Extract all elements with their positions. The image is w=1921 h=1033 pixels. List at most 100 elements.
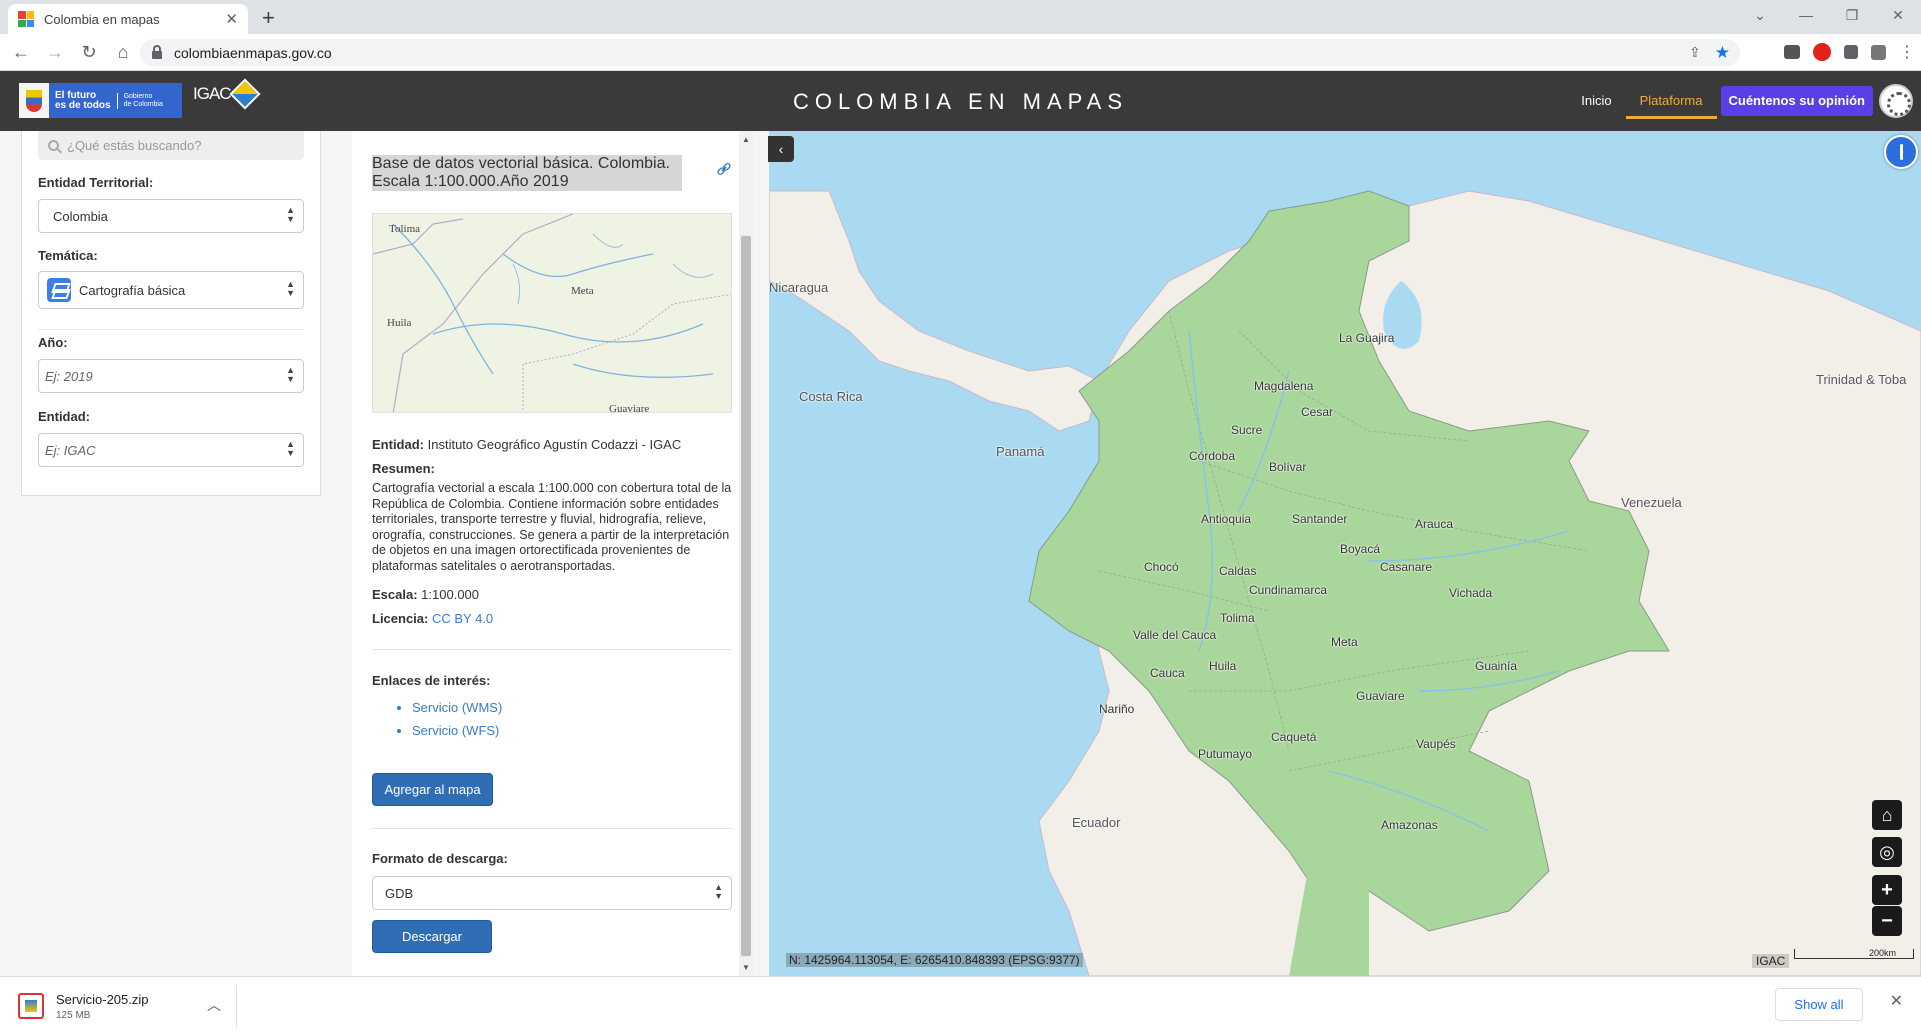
dataset-title: Base de datos vectorial básica. Colombia… (372, 155, 682, 191)
year-placeholder: Ej: 2019 (45, 368, 93, 384)
filter-panel: ¿Qué estás buscando? Entidad Territorial… (21, 131, 321, 496)
tab-title: Colombia en mapas (44, 11, 160, 27)
tab-close-icon[interactable]: ✕ (225, 10, 238, 28)
select-arrows-icon: ▲ ▼ (714, 882, 723, 901)
forward-arrow-icon[interactable]: → (38, 42, 72, 63)
site-header: El futuro es de todos Gobierno de Colombia… (0, 71, 1921, 131)
map-scale-label: 200km (1869, 948, 1897, 958)
map-label-panama: Panamá (996, 444, 1045, 459)
layers-icon (47, 278, 71, 302)
zoom-out-button[interactable]: − (1872, 906, 1902, 936)
entity-field-value: Instituto Geográfico Agustín Codazzi - I… (427, 437, 682, 452)
reload-icon[interactable]: ↻ (72, 42, 106, 63)
home-icon[interactable]: ⌂ (106, 42, 140, 63)
lock-icon[interactable] (152, 44, 162, 59)
extensions-puzzle-icon[interactable] (1844, 45, 1858, 59)
collapse-panel-button[interactable]: ‹ (768, 136, 794, 162)
map-label-guainia: Guainía (1475, 659, 1518, 673)
map-label-venezuela: Venezuela (1621, 495, 1682, 510)
license-link[interactable]: CC BY 4.0 (432, 611, 493, 626)
map-label-nicaragua: Nicaragua (769, 280, 829, 295)
share-icon[interactable]: ⇪ (1689, 44, 1701, 61)
link-icon[interactable] (716, 161, 732, 177)
adblock-icon[interactable] (1813, 43, 1831, 61)
format-select[interactable]: GDB ▲ ▼ (372, 876, 732, 910)
download-file-name: Servicio-205.zip (56, 991, 149, 1007)
map-label-narino: Nariño (1099, 702, 1135, 716)
territorial-select[interactable]: Colombia ▲ ▼ (38, 199, 304, 233)
map-label-guaviare: Guaviare (1356, 689, 1405, 703)
url-text: colombiaenmapas.gov.co (174, 44, 332, 61)
accessibility-avatar-icon[interactable] (1879, 84, 1913, 118)
theme-value: Cartografía básica (79, 282, 186, 298)
download-button[interactable]: Descargar (372, 920, 492, 953)
entity-placeholder: Ej: IGAC (45, 442, 96, 458)
site-favicon-icon (18, 11, 34, 27)
extension-update-icon[interactable] (1784, 45, 1800, 59)
map-label-ecuador: Ecuador (1072, 815, 1121, 830)
browser-menu-icon[interactable]: ⋮ (1899, 42, 1915, 62)
license-field: Licencia: CC BY 4.0 (372, 611, 493, 626)
site-nav: Inicio Plataforma Cuéntenos su opinión (1567, 83, 1913, 119)
map-label-arauca: Arauca (1415, 517, 1454, 531)
locate-button[interactable]: ◎ (1872, 837, 1902, 867)
wfs-service-link[interactable]: Servicio (WFS) (412, 719, 502, 742)
map-label-caqueta: Caquetá (1271, 730, 1317, 744)
scroll-down-arrow-icon[interactable]: ▼ (742, 963, 750, 972)
map-label-putumayo: Putumayo (1198, 747, 1253, 761)
search-input[interactable]: ¿Qué estás buscando? (38, 131, 304, 160)
map-label-choco: Chocó (1144, 560, 1179, 574)
minimize-button[interactable]: — (1783, 0, 1829, 34)
theme-label: Temática: (38, 248, 98, 263)
wms-service-link[interactable]: Servicio (WMS) (412, 696, 502, 719)
map-attribution[interactable]: IGAC (1752, 954, 1790, 968)
extension-settings-icon[interactable] (1871, 44, 1886, 60)
scale-field: Escala: 1:100.000 (372, 587, 479, 602)
feedback-button[interactable]: Cuéntenos su opinión (1720, 86, 1873, 116)
entity-field: Entidad: Instituto Geográfico Agustín Co… (372, 437, 681, 452)
new-tab-button[interactable]: + (262, 5, 275, 31)
nav-plataforma[interactable]: Plataforma (1625, 83, 1717, 119)
entity-select[interactable]: Ej: IGAC ▲ ▼ (38, 433, 304, 467)
scroll-up-arrow-icon[interactable]: ▲ (742, 135, 750, 144)
scrollbar-thumb[interactable] (741, 236, 751, 956)
nav-inicio[interactable]: Inicio (1567, 83, 1625, 119)
thumb-label-meta: Meta (571, 285, 594, 297)
map-label-boyaca: Boyacá (1340, 542, 1381, 556)
year-label: Año: (38, 335, 68, 350)
map-label-tolima: Tolima (1220, 611, 1255, 625)
map-label-trinidad: Trinidad & Toba (1816, 372, 1907, 387)
home-button[interactable]: ⌂ (1872, 800, 1902, 830)
browser-tab[interactable]: Colombia en mapas ✕ (8, 4, 248, 34)
map-label-cordoba: Córdoba (1189, 449, 1236, 463)
theme-select[interactable]: Cartografía básica ▲ ▼ (38, 271, 304, 309)
bookmark-star-icon[interactable]: ★ (1715, 43, 1730, 63)
show-all-button[interactable]: Show all (1775, 988, 1863, 1021)
map-label-costa-rica: Costa Rica (799, 389, 863, 404)
filter-divider (38, 329, 304, 330)
back-arrow-icon[interactable]: ← (4, 42, 38, 63)
download-item[interactable]: Servicio-205.zip 125 MB ︿ (12, 985, 237, 1027)
restore-button[interactable]: ❐ (1829, 0, 1875, 34)
map-view[interactable]: Nicaragua Costa Rica Panamá Venezuela Ec… (769, 131, 1921, 976)
map-label-cauca: Cauca (1150, 666, 1185, 680)
map-label-meta: Meta (1331, 635, 1358, 649)
detail-scrollbar[interactable]: ▲ ▼ (739, 131, 753, 976)
address-bar[interactable]: colombiaenmapas.gov.co ⇪ ★ (140, 39, 1740, 66)
map-label-santander: Santander (1292, 512, 1348, 526)
add-to-map-button[interactable]: Agregar al mapa (372, 773, 493, 806)
browser-tab-bar: Colombia en mapas ✕ + ⌄ — ❐ ✕ (0, 0, 1921, 34)
map-label-vichada: Vichada (1449, 586, 1493, 600)
map-label-cundinamarca: Cundinamarca (1249, 583, 1328, 597)
year-select[interactable]: Ej: 2019 ▲ ▼ (38, 359, 304, 393)
window-controls: ⌄ — ❐ ✕ (1737, 0, 1921, 34)
map-label-la-guajira: La Guajira (1339, 331, 1395, 345)
zoom-in-button[interactable]: + (1872, 875, 1902, 905)
tab-search-icon[interactable]: ⌄ (1737, 0, 1783, 34)
close-icon[interactable]: ✕ (1890, 991, 1903, 1011)
compass-icon[interactable] (1884, 135, 1918, 169)
close-window-button[interactable]: ✕ (1875, 0, 1921, 34)
links-list: Servicio (WMS) Servicio (WFS) (412, 696, 502, 742)
map-label-magdalena: Magdalena (1254, 379, 1314, 393)
chevron-up-icon[interactable]: ︿ (207, 995, 221, 1015)
